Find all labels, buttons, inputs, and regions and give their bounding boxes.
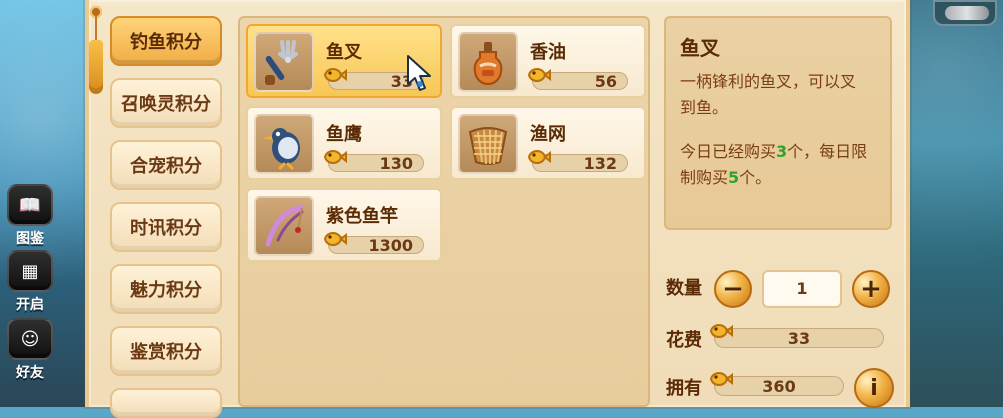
oil-icon-frame bbox=[458, 32, 518, 92]
tab-summon-points[interactable]: 召唤灵积分 bbox=[110, 78, 222, 128]
shop-item-purple-rod[interactable]: 紫色鱼竿 1300 bbox=[246, 188, 442, 262]
tab-fishing-points[interactable]: 钓鱼积分 bbox=[110, 16, 222, 66]
tab-news-points[interactable]: 时讯积分 bbox=[110, 202, 222, 252]
description-title: 鱼叉 bbox=[680, 36, 720, 60]
category-tabs: 钓鱼积分 召唤灵积分 合宠积分 时讯积分 魅力积分 鉴赏积分 bbox=[110, 16, 226, 418]
panel-ornament bbox=[85, 0, 910, 8]
tassel-decoration bbox=[84, 0, 108, 98]
limit-mid: 个，每日限 bbox=[787, 142, 868, 161]
item-price: 1300 bbox=[368, 236, 413, 255]
shop-item-oil[interactable]: 香油 56 bbox=[450, 24, 646, 98]
quantity-label: 数量 bbox=[666, 278, 702, 299]
owned-bar: 360 bbox=[709, 372, 844, 396]
friends-shortcut[interactable]: ☺ 好友 bbox=[6, 318, 54, 382]
hud-bar bbox=[945, 6, 989, 20]
limit-bought: 3 bbox=[776, 142, 788, 161]
fish-coin-icon bbox=[323, 232, 347, 246]
fish-coin-icon bbox=[323, 150, 347, 164]
purchase-limit-line-1: 今日已经购买3个，每日限 bbox=[680, 139, 876, 165]
fork-icon-frame bbox=[254, 32, 314, 92]
cost-bar: 33 bbox=[709, 324, 884, 348]
item-price: 130 bbox=[379, 154, 413, 173]
tab-appreciation-points[interactable]: 鉴赏积分 bbox=[110, 326, 222, 376]
net-icon-frame bbox=[458, 114, 518, 174]
right-top-hud bbox=[933, 0, 997, 26]
purchase-limit-line-2: 制购买5个。 bbox=[680, 165, 876, 191]
pointer-cursor-icon bbox=[407, 55, 431, 91]
limit-max: 5 bbox=[728, 168, 740, 187]
friends-icon: ☺ bbox=[7, 318, 53, 360]
limit-mid2: 制购买 bbox=[680, 168, 729, 187]
description-line-1: 一柄锋利的鱼叉，可以叉 bbox=[680, 72, 857, 91]
owned-row: 拥有 360 i bbox=[664, 366, 904, 408]
price-bar: 132 bbox=[527, 150, 628, 173]
item-price: 56 bbox=[594, 72, 617, 91]
atlas-label: 图鉴 bbox=[16, 231, 44, 247]
net-icon bbox=[468, 127, 508, 165]
atlas-icon: 📖 bbox=[7, 184, 53, 226]
quantity-plus-button[interactable]: + bbox=[852, 270, 890, 308]
rod-icon-frame bbox=[254, 196, 314, 256]
cost-row: 花费 33 bbox=[664, 318, 894, 358]
info-button[interactable]: i bbox=[854, 368, 894, 408]
tab-more[interactable] bbox=[110, 388, 222, 418]
shop-item-net[interactable]: 渔网 132 bbox=[450, 106, 646, 180]
fish-coin-icon bbox=[527, 150, 551, 164]
quantity-minus-button[interactable]: − bbox=[714, 270, 752, 308]
owned-value: 360 bbox=[762, 377, 796, 396]
fish-coin-icon bbox=[323, 68, 347, 82]
bird-icon-frame bbox=[254, 114, 314, 174]
tab-pet-merge-points[interactable]: 合宠积分 bbox=[110, 140, 222, 190]
item-price: 132 bbox=[583, 154, 617, 173]
atlas-shortcut[interactable]: 📖 图鉴 bbox=[6, 184, 54, 248]
description-text: 一柄锋利的鱼叉，可以叉 到鱼。 今日已经购买3个，每日限 制购买5个。 bbox=[680, 69, 876, 191]
bird-icon bbox=[262, 128, 300, 170]
owned-label: 拥有 bbox=[666, 378, 702, 399]
item-description-panel: 鱼叉 一柄锋利的鱼叉，可以叉 到鱼。 今日已经购买3个，每日限 制购买5个。 bbox=[664, 16, 892, 230]
friends-label: 好友 bbox=[16, 365, 44, 381]
items-grid: 鱼叉 33 香油 56 鱼鹰 130 渔网 132 紫色鱼竿 1300 bbox=[238, 16, 650, 407]
price-bar: 130 bbox=[323, 150, 424, 173]
open-label: 开启 bbox=[16, 297, 44, 313]
price-bar: 56 bbox=[527, 68, 628, 91]
limit-suffix: 个。 bbox=[739, 168, 772, 187]
oil-bottle-icon bbox=[473, 42, 503, 86]
description-line-2: 到鱼。 bbox=[680, 98, 729, 117]
limit-prefix: 今日已经购买 bbox=[680, 142, 777, 161]
open-shortcut[interactable]: ▦ 开启 bbox=[6, 250, 54, 314]
quantity-row: 数量 − 1 + bbox=[664, 264, 904, 310]
open-icon: ▦ bbox=[7, 250, 53, 292]
tassel-rope bbox=[95, 16, 97, 42]
fishing-rod-icon bbox=[265, 205, 305, 247]
fish-coin-icon bbox=[527, 68, 551, 82]
tab-charm-points[interactable]: 魅力积分 bbox=[110, 264, 222, 314]
cost-value: 33 bbox=[787, 329, 811, 348]
shop-item-cormorant[interactable]: 鱼鹰 130 bbox=[246, 106, 442, 180]
fork-icon bbox=[265, 40, 298, 85]
tassel-tail bbox=[89, 40, 103, 94]
quantity-input[interactable]: 1 bbox=[762, 270, 842, 308]
cost-label: 花费 bbox=[666, 330, 702, 351]
price-bar: 1300 bbox=[323, 232, 424, 255]
